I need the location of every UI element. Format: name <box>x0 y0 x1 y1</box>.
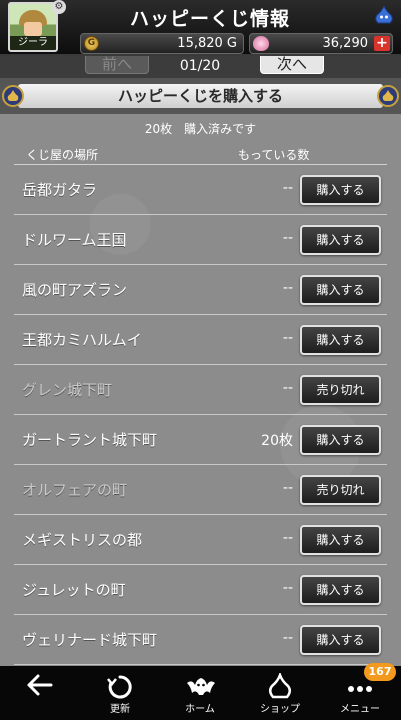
lottery-list[interactable]: 20枚 購入済みです くじ屋の場所 もっている数 岳都ガタラ -- 購入する ド… <box>0 114 401 666</box>
slime-icon[interactable] <box>373 4 395 26</box>
buy-button[interactable]: 購入する <box>300 275 381 305</box>
owned-count: -- <box>282 330 293 346</box>
shop-location: ドルワーム王国 <box>22 231 127 249</box>
row-divider <box>14 664 387 665</box>
next-page-button[interactable]: 次へ <box>260 56 324 74</box>
refresh-icon <box>107 675 132 699</box>
list-item: メギストリスの都 -- 購入する <box>0 515 401 565</box>
buy-button[interactable]: 購入する <box>300 575 381 605</box>
owned-count: -- <box>282 630 293 646</box>
gem-display: 36,290 + <box>249 33 393 54</box>
list-item: ヴェリナード城下町 -- 購入する <box>0 615 401 665</box>
list-item: グレン城下町 -- 売り切れ <box>0 365 401 415</box>
buy-button[interactable]: 購入する <box>300 225 381 255</box>
player-avatar[interactable]: ジーラ <box>8 2 58 52</box>
shop-location: メギストリスの都 <box>22 531 143 549</box>
list-item: 風の町アズラン -- 購入する <box>0 265 401 315</box>
gem-icon <box>253 36 269 51</box>
buy-button[interactable]: 購入する <box>300 325 381 355</box>
player-name: ジーラ <box>10 36 56 50</box>
add-gems-button[interactable]: + <box>374 36 390 51</box>
section-banner: ハッピーくじを購入する <box>0 78 401 114</box>
shop-location: グレン城下町 <box>22 381 113 399</box>
nav-home[interactable]: ホーム <box>160 666 240 720</box>
notification-badge: 167 <box>364 663 396 681</box>
shop-location: 岳都ガタラ <box>22 181 98 199</box>
nav-menu-label: メニュー <box>340 704 380 715</box>
column-header-place: くじ屋の場所 <box>26 148 99 162</box>
page-title: ハッピーくじ情報 <box>129 8 290 30</box>
shop-location: ジュレットの町 <box>22 581 126 599</box>
owned-count: -- <box>282 380 293 396</box>
gold-coin-icon: G <box>84 36 99 51</box>
top-header: ジーラ ⚙ ハッピーくじ情報 G 15,820 G 36,290 + <box>0 0 401 56</box>
shop-location: ガートラント城下町 <box>22 431 158 449</box>
nav-home-label: ホーム <box>185 704 215 715</box>
bottom-nav: 更新 ホーム ショップ メニュー 167 <box>0 663 401 720</box>
column-header-owned: もっている数 <box>238 148 310 162</box>
sold-out-button[interactable]: 売り切れ <box>300 475 381 505</box>
gear-icon[interactable]: ⚙ <box>52 0 66 14</box>
shop-location: オルフェアの町 <box>22 481 128 499</box>
nav-refresh-label: 更新 <box>110 704 130 715</box>
gem-amount: 36,290 <box>322 36 369 51</box>
list-item: ドルワーム王国 -- 購入する <box>0 215 401 265</box>
list-item: ジュレットの町 -- 購入する <box>0 565 401 615</box>
list-item: 岳都ガタラ -- 購入する <box>0 165 401 215</box>
home-bat-icon <box>187 678 215 695</box>
buy-button[interactable]: 購入する <box>300 625 381 655</box>
owned-count: 20枚 <box>261 433 293 449</box>
owned-count: -- <box>282 480 293 496</box>
owned-count: -- <box>282 180 293 196</box>
nav-back[interactable] <box>0 666 80 720</box>
shop-location: 風の町アズラン <box>22 281 128 299</box>
nav-shop-label: ショップ <box>260 704 300 715</box>
owned-count: -- <box>282 230 293 246</box>
owned-count: -- <box>282 530 293 546</box>
slime-shop-icon <box>269 673 291 699</box>
gold-display: G 15,820 G <box>80 33 244 54</box>
shop-location: ヴェリナード城下町 <box>22 631 158 649</box>
page-counter: 01/20 <box>179 58 221 74</box>
buy-button[interactable]: 購入する <box>300 175 381 205</box>
section-title: ハッピーくじを購入する <box>18 84 383 108</box>
prev-page-button[interactable]: 前へ <box>85 56 149 74</box>
avatar-face <box>24 22 42 36</box>
purchased-status: 20枚 購入済みです <box>144 122 257 136</box>
nav-shop[interactable]: ショップ <box>240 666 320 720</box>
pager: 前へ 01/20 次へ <box>0 56 401 78</box>
list-item: 王都カミハルムイ -- 購入する <box>0 315 401 365</box>
list-item: オルフェアの町 -- 売り切れ <box>0 465 401 515</box>
back-arrow-icon <box>27 674 53 696</box>
nav-refresh[interactable]: 更新 <box>80 666 160 720</box>
shop-location: 王都カミハルムイ <box>22 331 142 349</box>
gold-amount: 15,820 G <box>177 36 237 51</box>
owned-count: -- <box>282 280 293 296</box>
slime-emblem-icon <box>2 85 24 107</box>
nav-menu[interactable]: メニュー 167 <box>320 663 400 720</box>
buy-button[interactable]: 購入する <box>300 425 381 455</box>
owned-count: -- <box>282 580 293 596</box>
sold-out-button[interactable]: 売り切れ <box>300 375 381 405</box>
buy-button[interactable]: 購入する <box>300 525 381 555</box>
list-item: ガートラント城下町 20枚 購入する <box>0 415 401 465</box>
slime-emblem-icon <box>377 85 399 107</box>
